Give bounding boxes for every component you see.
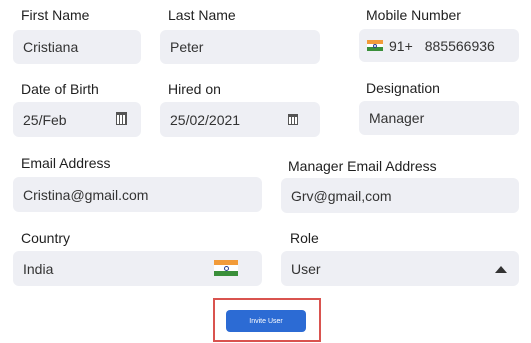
calendar-icon[interactable] bbox=[116, 112, 127, 125]
manager-email-value: Grv@gmail,com bbox=[291, 187, 392, 204]
last-name-value: Peter bbox=[170, 39, 204, 55]
india-flag-icon bbox=[367, 40, 383, 51]
first-name-value: Cristiana bbox=[23, 39, 79, 55]
last-name-label: Last Name bbox=[168, 7, 236, 23]
manager-email-label: Manager Email Address bbox=[288, 158, 437, 174]
caret-up-icon[interactable] bbox=[495, 266, 507, 273]
mobile-number-label: Mobile Number bbox=[366, 7, 461, 23]
designation-value: Manager bbox=[369, 110, 425, 126]
role-label: Role bbox=[290, 230, 319, 246]
hired-on-label: Hired on bbox=[168, 81, 221, 97]
designation-field[interactable]: Manager bbox=[359, 101, 519, 135]
invite-user-button[interactable]: Invite User bbox=[226, 310, 306, 332]
first-name-field[interactable]: Cristiana bbox=[13, 30, 141, 64]
date-of-birth-label: Date of Birth bbox=[21, 81, 99, 97]
email-address-label: Email Address bbox=[21, 155, 111, 171]
designation-label: Designation bbox=[366, 80, 440, 96]
country-code: 91+ bbox=[389, 37, 413, 54]
date-of-birth-value: 25/Feb bbox=[23, 111, 67, 128]
india-flag-icon bbox=[214, 260, 238, 276]
calendar-icon[interactable] bbox=[288, 114, 298, 125]
country-field[interactable]: India bbox=[13, 251, 262, 286]
email-address-field[interactable]: Cristina@gmail.com bbox=[13, 177, 262, 212]
manager-email-field[interactable]: Grv@gmail,com bbox=[281, 178, 519, 213]
date-of-birth-field[interactable]: 25/Feb bbox=[13, 102, 141, 137]
mobile-number-field[interactable]: 91+ 885566936 bbox=[359, 29, 519, 62]
last-name-field[interactable]: Peter bbox=[160, 30, 320, 64]
country-value: India bbox=[23, 260, 54, 277]
mobile-number-value: 885566936 bbox=[424, 37, 495, 54]
role-select[interactable]: User bbox=[281, 251, 519, 286]
first-name-label: First Name bbox=[21, 7, 90, 23]
hired-on-value: 25/02/2021 bbox=[170, 111, 241, 128]
email-address-value: Cristina@gmail.com bbox=[23, 186, 149, 203]
role-value: User bbox=[291, 260, 321, 277]
country-label: Country bbox=[21, 230, 71, 246]
hired-on-field[interactable]: 25/02/2021 bbox=[160, 102, 320, 137]
